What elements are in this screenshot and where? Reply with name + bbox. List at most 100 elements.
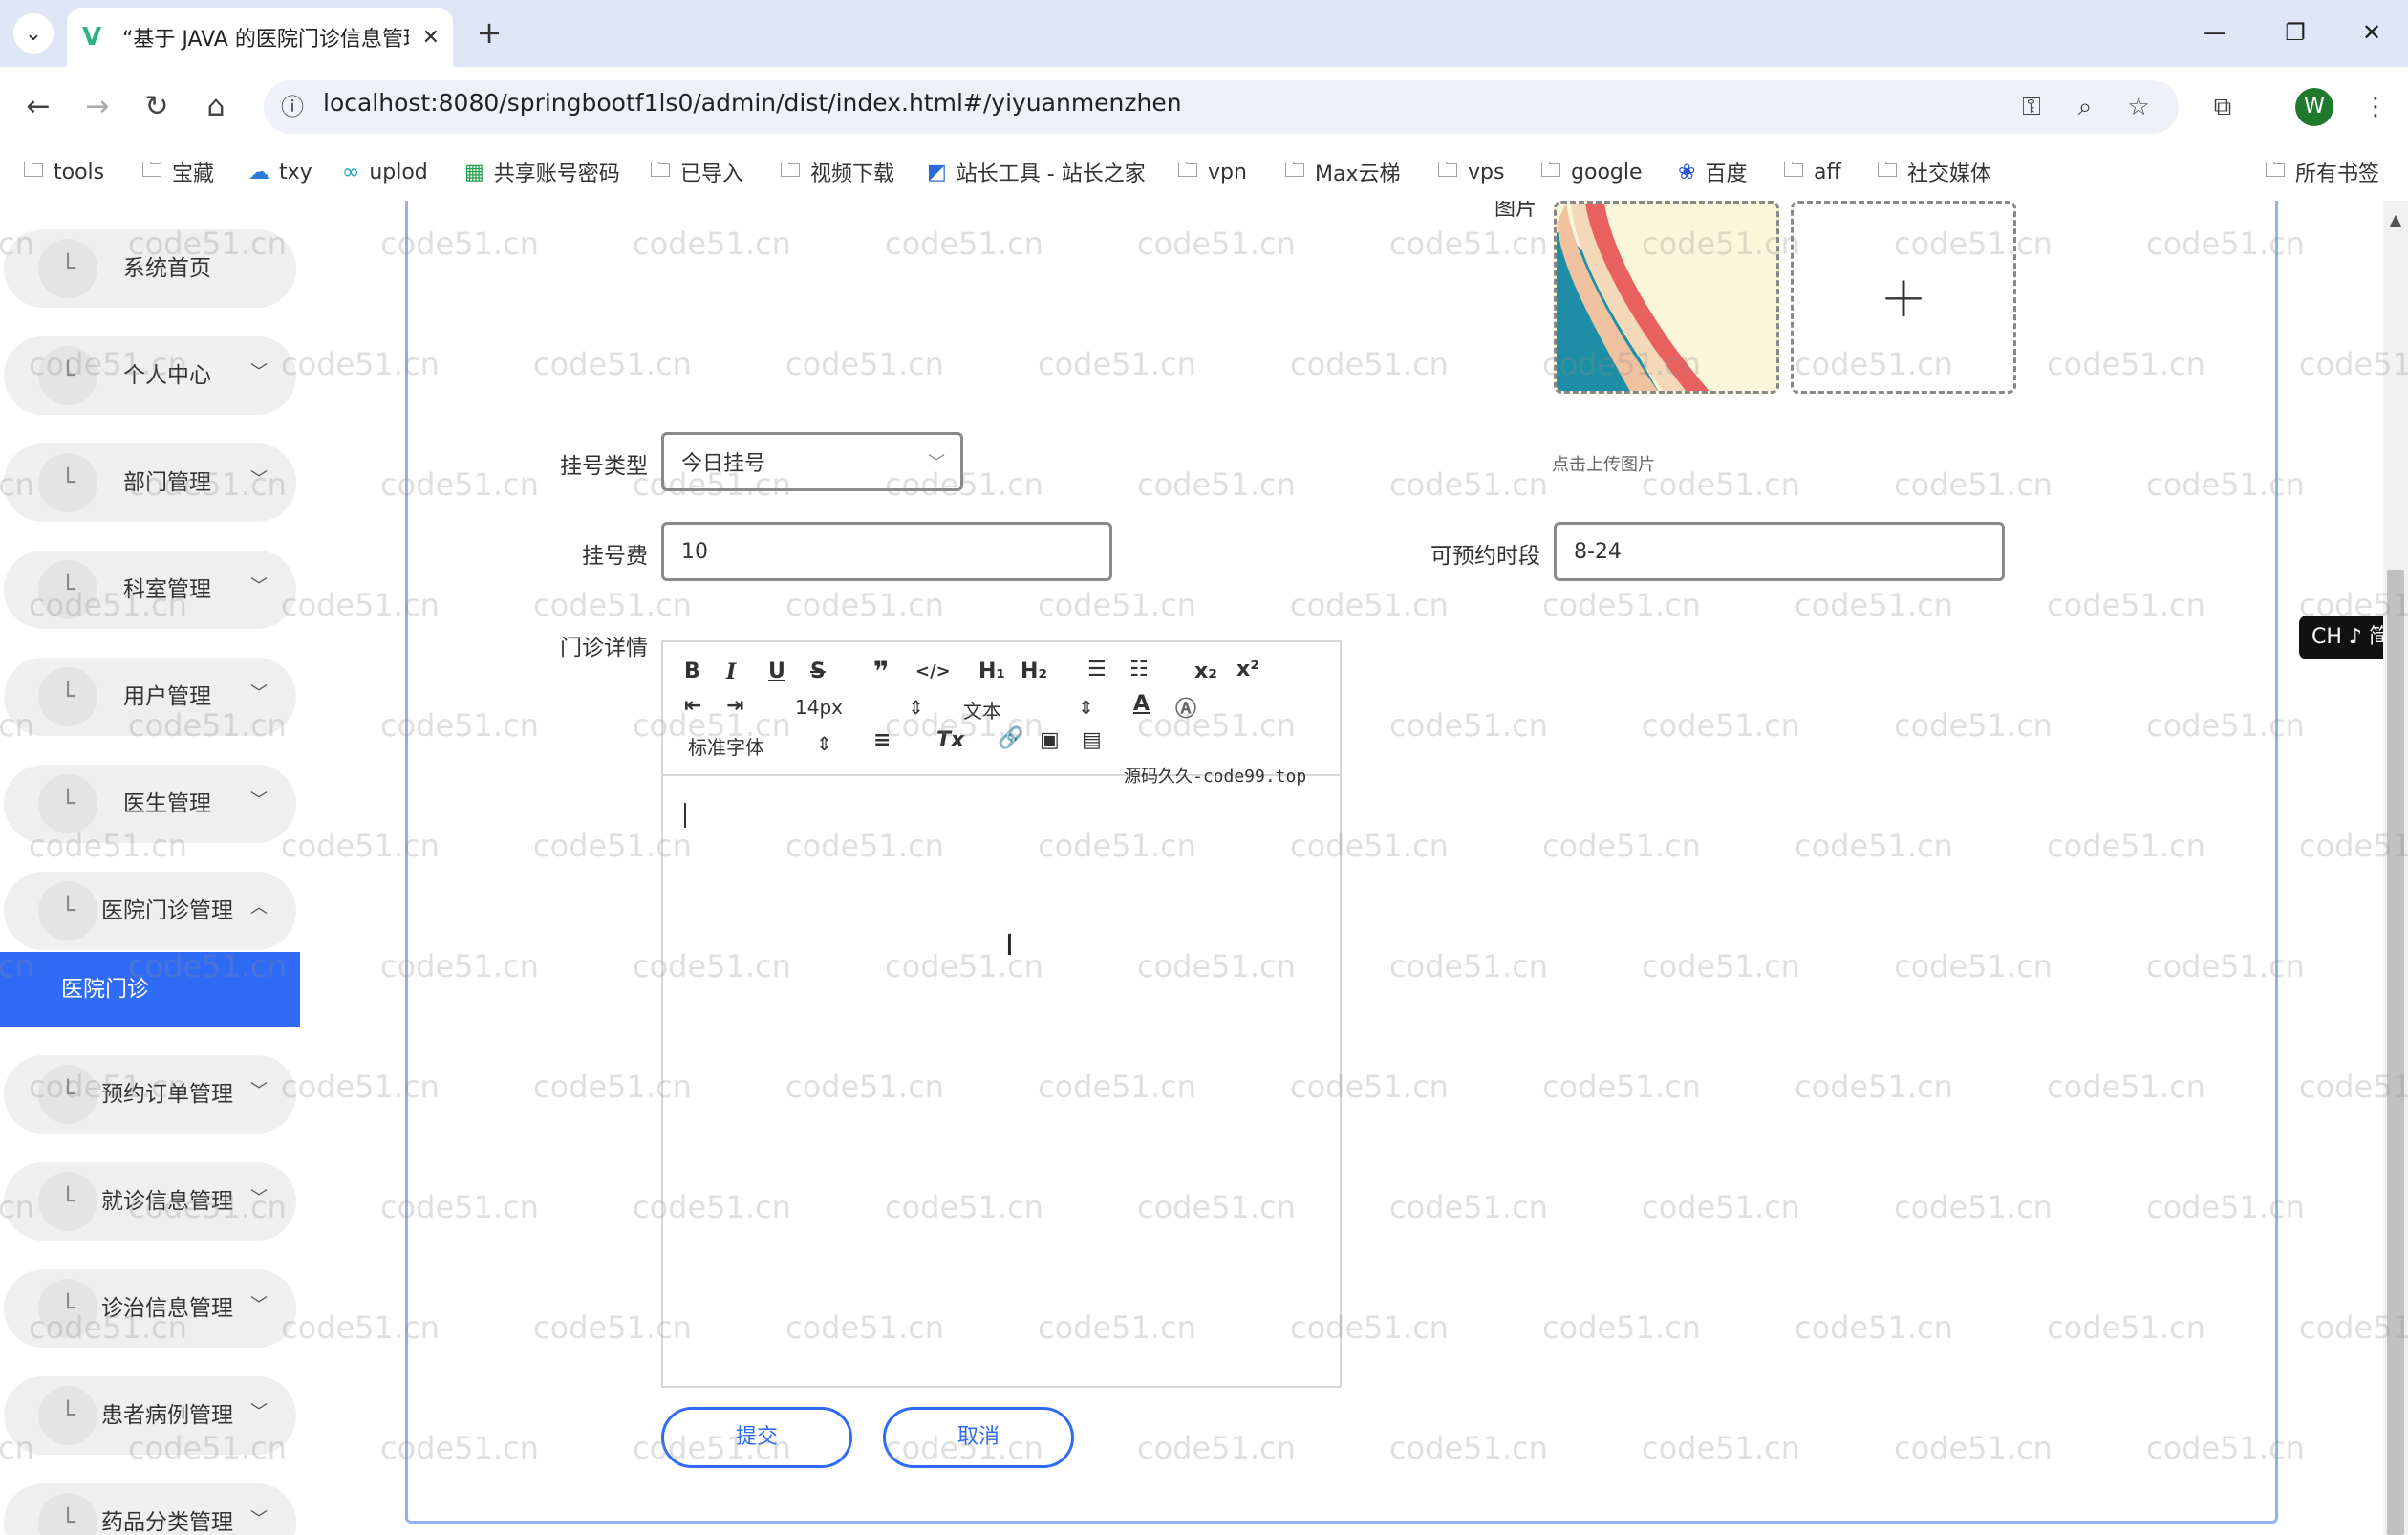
bookmark-baidu[interactable]: ❀ 百度: [1678, 153, 1747, 191]
watermark-text: code51.cn: [1642, 226, 1800, 262]
watermark-text: code51.cn: [785, 828, 944, 864]
bookmark-txy[interactable]: ☁ txy: [248, 153, 312, 191]
watermark-text: code51.cn: [1389, 707, 1548, 744]
watermark-text: code51.cn: [1894, 226, 2053, 262]
watermark-text: code51.cn: [2047, 346, 2205, 382]
watermark-text: code51.cn: [1389, 1189, 1548, 1225]
reload-icon[interactable]: ↻: [136, 86, 178, 128]
watermark-text: code51.cn: [785, 1309, 944, 1346]
watermark-text: code51.cn: [1642, 1430, 1800, 1466]
watermark-text: code51.cn: [1642, 948, 1800, 984]
sheet-icon: ▦: [464, 160, 484, 184]
extensions-icon[interactable]: ⧉: [2204, 88, 2242, 126]
forward-icon[interactable]: →: [76, 86, 118, 128]
watermark-text: code51.cn: [1038, 1309, 1196, 1346]
watermark-text: code51.cn: [533, 1069, 692, 1105]
folder-icon: 🗀: [1177, 159, 1199, 183]
watermark-text: code51.cn: [1389, 948, 1548, 984]
key-icon[interactable]: ⚿: [2012, 88, 2051, 126]
watermark-text: code51.cn: [2047, 587, 2205, 623]
watermark-text: code51.cn: [128, 707, 287, 744]
bookmark-tools[interactable]: 🗀 tools: [23, 153, 104, 191]
site-info-icon[interactable]: ⓘ: [275, 90, 310, 124]
watermark-text: code51.cn: [0, 1430, 34, 1466]
watermark-text: code51.cn: [2299, 828, 2408, 864]
watermark-text: code51.cn: [29, 587, 187, 623]
watermark-text: code51.cn: [380, 1430, 539, 1466]
watermark-text: code51.cn: [1290, 346, 1449, 382]
watermark-text: code51.cn: [1642, 707, 1800, 744]
watermark-text: code51.cn: [633, 1430, 791, 1466]
bookmark-max[interactable]: 🗀 Max云梯: [1284, 153, 1401, 191]
watermark-text: code51.cn: [1542, 1309, 1701, 1346]
watermark-text: code51.cn: [1795, 587, 1953, 623]
home-icon[interactable]: ⌂: [195, 86, 237, 128]
watermark-text: code51.cn: [885, 1189, 1043, 1225]
watermark-text: code51.cn: [380, 466, 539, 503]
window-close-icon[interactable]: ✕: [2343, 11, 2400, 54]
bookmark-vps[interactable]: 🗀 vps: [1437, 153, 1504, 191]
watermark-text: code51.cn: [380, 948, 539, 984]
bookmark-baozang[interactable]: 🗀 宝藏: [141, 153, 214, 191]
watermark-text: code51.cn: [633, 466, 791, 503]
watermark-text: code51.cn: [2146, 948, 2305, 984]
menu-dots-icon[interactable]: ⋮: [2356, 88, 2395, 126]
folder-icon: 🗀: [1284, 159, 1306, 183]
watermark-text: code51.cn: [1389, 1430, 1548, 1466]
zoom-icon[interactable]: ⌕: [2066, 88, 2104, 126]
watermark-text: code51.cn: [0, 226, 34, 262]
bookmark-google[interactable]: 🗀 google: [1540, 153, 1643, 191]
profile-avatar[interactable]: W: [2295, 88, 2333, 126]
watermark-text: code51.cn: [29, 346, 187, 382]
watermark-text: code51.cn: [1137, 466, 1296, 503]
watermark-text: code51.cn: [1894, 1189, 2053, 1225]
watermark-text: code51.cn: [633, 948, 791, 984]
new-tab-button[interactable]: +: [470, 13, 508, 52]
folder-icon: 🗀: [23, 159, 45, 183]
watermark-text: code51.cn: [1542, 587, 1701, 623]
bookmark-aff[interactable]: 🗀 aff: [1783, 153, 1841, 191]
minimize-icon[interactable]: —: [2186, 11, 2244, 54]
cloud-icon: ☁: [248, 160, 269, 184]
folder-icon: 🗀: [1877, 159, 1899, 183]
watermark-text: code51.cn: [1137, 707, 1296, 744]
watermark-text: code51.cn: [29, 1069, 187, 1105]
tab-close-icon[interactable]: ✕: [422, 26, 440, 50]
vue-logo-icon: V: [82, 23, 102, 52]
browser-tab-active[interactable]: V “基于 JAVA 的医院门诊信息管理 ✕: [67, 8, 453, 67]
watermark-text: code51.cn: [281, 828, 440, 864]
watermark-text: code51.cn: [380, 707, 539, 744]
watermark-text: code51.cn: [1137, 948, 1296, 984]
url-text[interactable]: localhost:8080/springbootf1ls0/admin/dis…: [323, 89, 1182, 117]
star-icon[interactable]: ☆: [2119, 88, 2158, 126]
watermark-text: code51.cn: [633, 707, 791, 744]
bookmark-social[interactable]: 🗀 社交媒体: [1877, 153, 1991, 191]
bookmark-video-download[interactable]: 🗀 视频下载: [780, 153, 894, 191]
paw-icon: ❀: [1678, 160, 1696, 184]
watermark-text: code51.cn: [1894, 707, 2053, 744]
watermark-text: code51.cn: [281, 587, 440, 623]
watermark-text: code51.cn: [1542, 828, 1701, 864]
watermark-text: code51.cn: [2146, 226, 2305, 262]
watermark-text: code51.cn: [2299, 1069, 2408, 1105]
restore-icon[interactable]: ❐: [2267, 11, 2324, 54]
watermark-text: code51.cn: [0, 707, 34, 744]
bookmark-vpn[interactable]: 🗀 vpn: [1177, 153, 1247, 191]
watermark-text: code51.cn: [1642, 466, 1800, 503]
tab-title: “基于 JAVA 的医院门诊信息管理: [122, 28, 409, 52]
tab-search-chevron-icon[interactable]: ⌄: [13, 13, 54, 54]
bookmark-uplod[interactable]: ∞ uplod: [342, 153, 428, 191]
watermark-text: code51.cn: [1038, 1069, 1196, 1105]
bookmark-imported[interactable]: 🗀 已导入: [650, 153, 743, 191]
watermark-text: code51.cn: [29, 1309, 187, 1346]
watermark-text: code51.cn: [1894, 1430, 2053, 1466]
bookmark-chinaz[interactable]: ◩ 站长工具 - 站长之家: [927, 153, 1146, 191]
bookmark-shared-accounts[interactable]: ▦ 共享账号密码: [464, 153, 620, 191]
back-icon[interactable]: ←: [17, 86, 59, 128]
watermark-text: code51.cn: [1038, 587, 1196, 623]
bookmark-all[interactable]: 🗀 所有书签: [2265, 153, 2379, 191]
watermark-text: code51.cn: [885, 226, 1043, 262]
watermark-text: code51.cn: [785, 346, 944, 382]
watermark-text: code51.cn: [2146, 466, 2305, 503]
watermark-text: code51.cn: [128, 948, 287, 984]
